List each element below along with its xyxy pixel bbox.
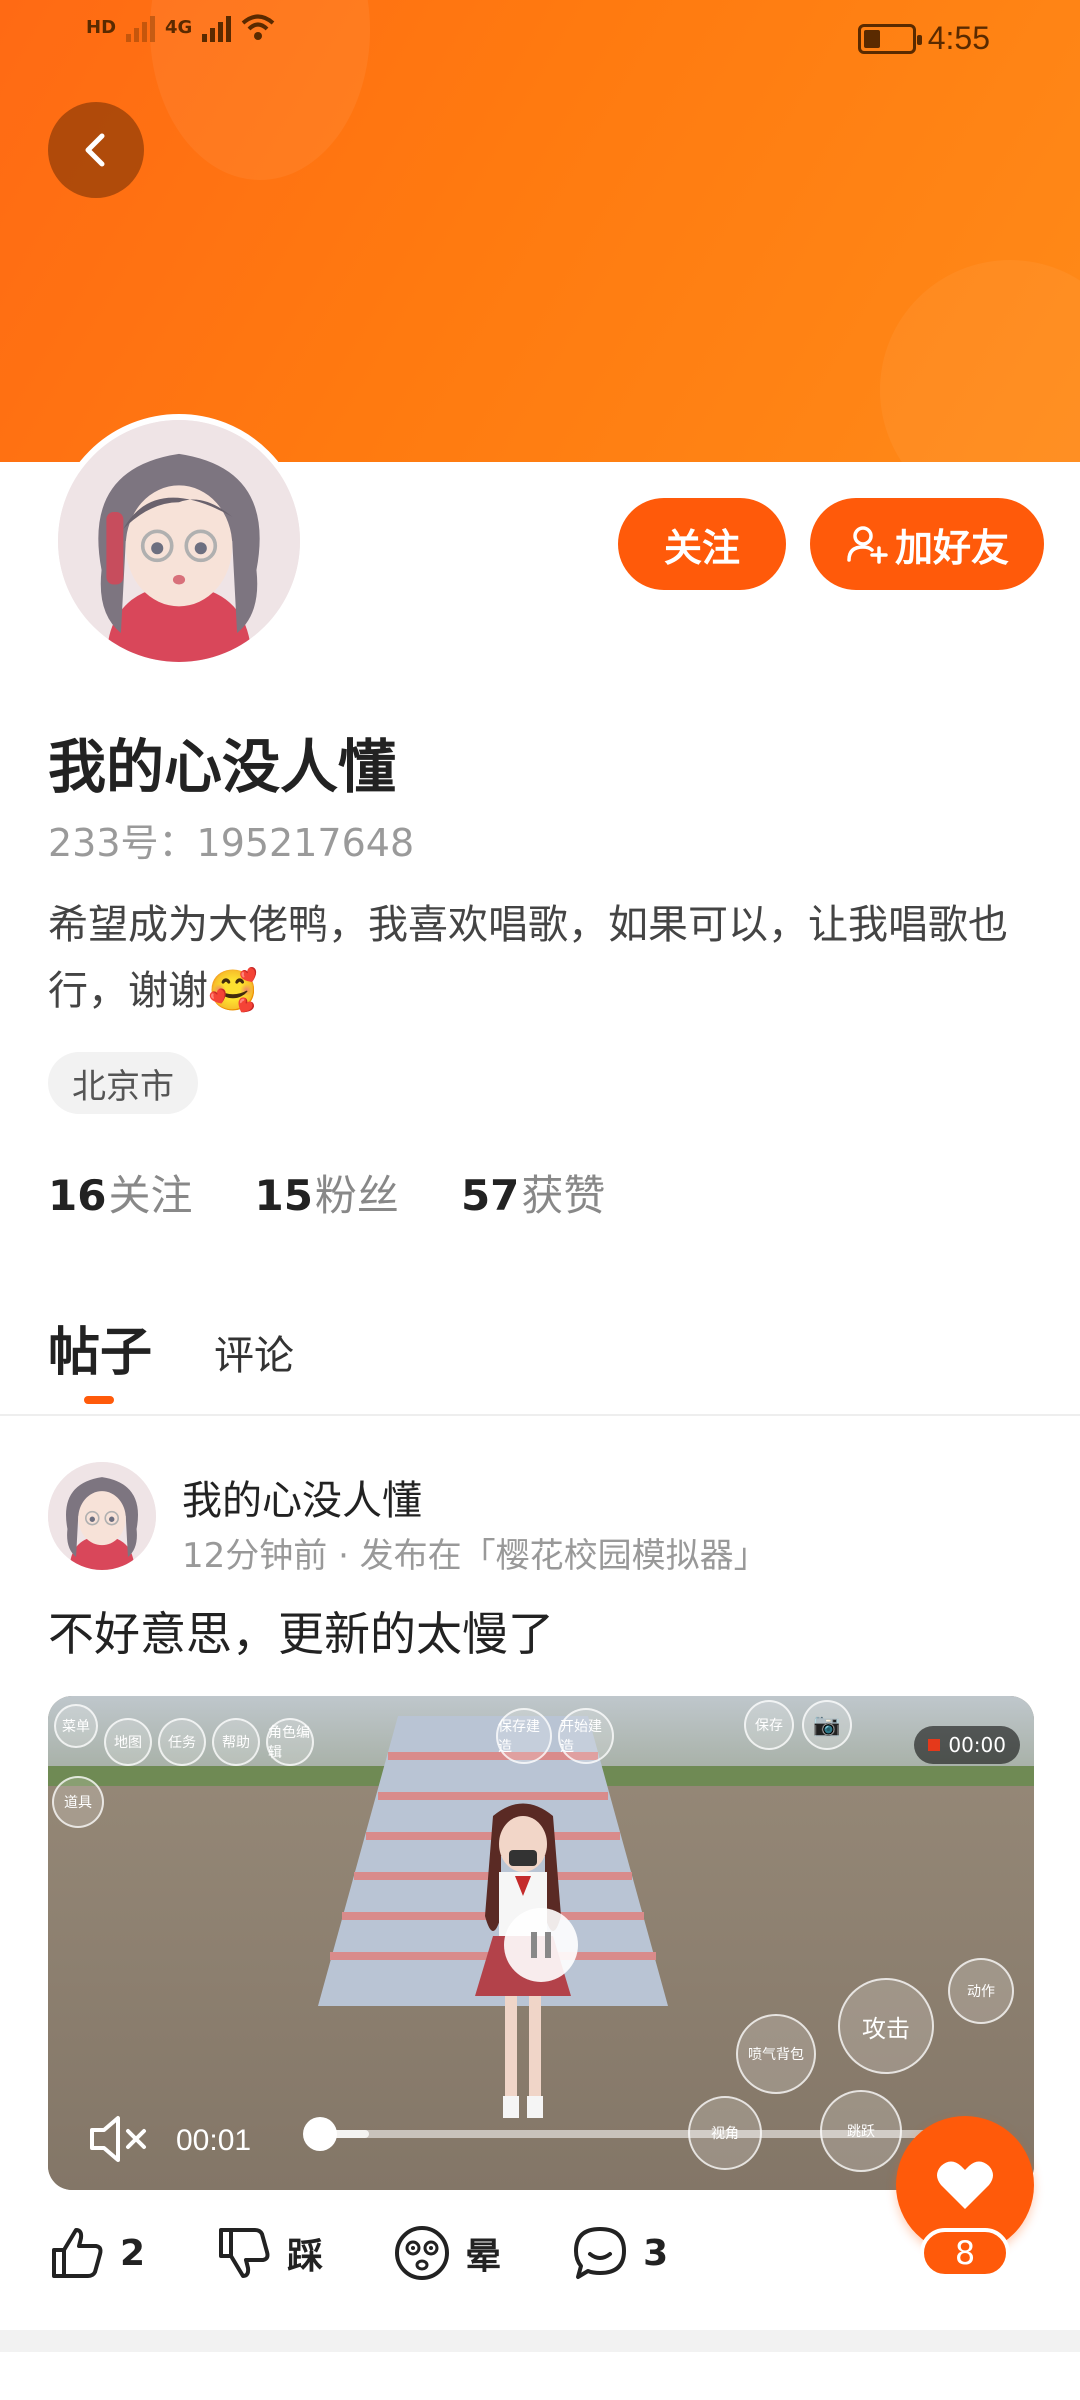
tab-active-indicator — [84, 1396, 114, 1404]
stat-following[interactable]: 16关注 — [48, 1162, 192, 1223]
stat-count: 57 — [460, 1171, 520, 1220]
game-task-button: 任务 — [158, 1718, 206, 1766]
thumbs-down-icon — [219, 2228, 270, 2278]
game-help-button: 帮助 — [212, 1718, 260, 1766]
post-author-name[interactable]: 我的心没人懂 — [182, 1468, 422, 1526]
profile-name: 我的心没人懂 — [48, 733, 397, 801]
stat-likes[interactable]: 57获赞 — [461, 1162, 605, 1223]
status-right: 4:55 — [857, 20, 990, 57]
floating-like-count: 8 — [920, 2228, 1010, 2278]
comment-action[interactable]: 3 — [571, 2224, 668, 2282]
section-separator — [0, 2330, 1080, 2352]
pause-button[interactable] — [504, 1908, 578, 1982]
stat-label: 获赞 — [521, 1171, 606, 1220]
record-dot-icon — [928, 1739, 941, 1751]
comment-icon — [574, 2227, 627, 2279]
signal-bars-icon — [126, 12, 156, 42]
profile-tabs: 帖子 评论 — [48, 1310, 294, 1404]
game-start-build-button: 开始建造 — [558, 1708, 614, 1764]
video-controls: 00:01 — [88, 2112, 251, 2170]
profile-bio: 希望成为大佬鸭，我喜欢唱歌，如果可以，让我唱歌也行，谢谢🥰 — [48, 902, 1008, 1014]
game-map-button: 地图 — [104, 1718, 152, 1766]
mute-button[interactable] — [88, 2112, 150, 2170]
stat-count: 15 — [254, 1171, 313, 1220]
record-time: 00:00 — [948, 1733, 1006, 1757]
add-friend-label: 加好友 — [894, 525, 1009, 570]
chevron-left-icon — [85, 133, 105, 167]
status-bar: HD 4G 4:55 — [0, 0, 1080, 80]
pause-icon — [531, 1932, 537, 1958]
camera-icon: 📷 — [802, 1700, 852, 1750]
divider — [0, 1414, 1080, 1416]
tab-posts-label: 帖子 — [48, 1323, 153, 1383]
network-type-label: 4G — [165, 16, 193, 38]
follow-button-label: 关注 — [663, 525, 740, 570]
game-save-build-button: 保存建造 — [496, 1708, 552, 1764]
avatar[interactable] — [52, 414, 306, 668]
video-progress-knob[interactable] — [303, 2117, 337, 2151]
video-current-time: 00:01 — [176, 2124, 252, 2157]
dislike-action[interactable]: 踩 — [215, 2224, 323, 2282]
dizzy-label: 晕 — [465, 2236, 502, 2277]
game-character-edit-button: 角色编辑 — [266, 1718, 314, 1766]
game-item-button: 道具 — [52, 1776, 104, 1828]
game-save-button: 保存 — [744, 1700, 794, 1750]
anime-girl-avatar-image — [58, 420, 300, 662]
stat-label: 关注 — [108, 1171, 193, 1220]
game-menu-button: 菜单 — [54, 1704, 98, 1748]
game-action-button: 动作 — [948, 1958, 1014, 2024]
signal-bars-icon — [202, 12, 232, 42]
record-badge: 00:00 — [914, 1726, 1020, 1764]
tab-comments[interactable]: 评论 — [214, 1323, 294, 1385]
game-jetpack-button: 喷气背包 — [736, 2014, 816, 2094]
status-time: 4:55 — [927, 20, 990, 56]
muted-speaker-icon — [90, 2116, 146, 2162]
hd-indicator: HD — [86, 16, 117, 38]
profile-id: 233号：195217648 — [48, 821, 415, 865]
stat-count: 16 — [48, 1171, 107, 1220]
thumbs-up-icon — [52, 2228, 103, 2278]
heart-icon — [937, 2161, 993, 2209]
banner-decoration — [880, 260, 1080, 462]
wifi-icon — [241, 12, 275, 42]
post-text[interactable]: 不好意思，更新的太慢了 — [48, 1598, 554, 1664]
comment-count-label: 3 — [643, 2232, 669, 2274]
dizzy-face-icon — [395, 2226, 450, 2280]
like-action[interactable]: 2 — [48, 2224, 145, 2282]
post-meta[interactable]: 12分钟前 · 发布在「樱花校园模拟器」 — [182, 1528, 768, 1577]
like-count-label: 2 — [120, 2232, 146, 2274]
follow-button[interactable]: 关注 — [618, 498, 786, 590]
location-tag: 北京市 — [48, 1052, 198, 1114]
stat-fans[interactable]: 15粉丝 — [254, 1162, 398, 1223]
battery-icon — [857, 23, 922, 54]
pause-icon — [545, 1932, 551, 1958]
dislike-label: 踩 — [287, 2236, 324, 2277]
back-button[interactable] — [48, 102, 144, 198]
anime-girl-avatar-image — [48, 1462, 156, 1570]
stat-label: 粉丝 — [314, 1171, 399, 1220]
video-progress-bar[interactable] — [303, 2117, 930, 2151]
add-user-icon — [847, 526, 888, 564]
add-friend-button[interactable]: 加好友 — [810, 498, 1044, 590]
post-author-avatar[interactable] — [48, 1462, 156, 1570]
tab-posts[interactable]: 帖子 — [48, 1310, 153, 1404]
status-left: HD 4G — [86, 12, 275, 42]
post-actions: 2 踩 晕 3 — [48, 2224, 668, 2282]
post-video[interactable]: 菜单 地图 任务 帮助 角色编辑 保存建造 开始建造 保存 📷 道具 攻击 动作… — [48, 1696, 1034, 2190]
profile-stats: 16关注 15粉丝 57获赞 — [48, 1162, 605, 1223]
profile-banner: HD 4G 4:55 — [0, 0, 1080, 462]
game-attack-button: 攻击 — [838, 1978, 934, 2074]
dizzy-action[interactable]: 晕 — [393, 2224, 501, 2282]
